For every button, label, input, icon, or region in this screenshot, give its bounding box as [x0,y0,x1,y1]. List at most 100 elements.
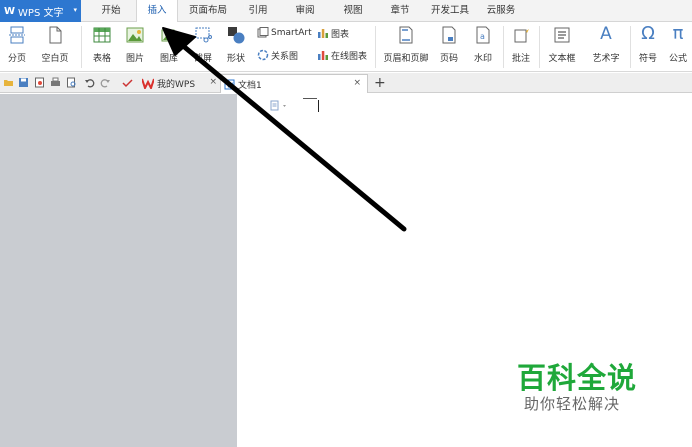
smartart-icon [257,27,269,38]
table-icon [93,27,111,43]
svg-text:a: a [480,32,485,41]
header-footer-label: 页眉和页脚 [383,54,429,64]
app-menu-button[interactable]: W WPS 文字 ▾ [0,0,81,22]
relation-chart-button[interactable]: 关系图 [257,48,298,62]
svg-text:W: W [227,81,234,89]
paste-options-icon[interactable] [270,100,290,112]
menu-bar: W WPS 文字 ▾ 开始 插入 页面布局 引用 审阅 视图 章节 开发工具 云… [0,0,692,23]
save-icon[interactable] [18,77,29,88]
online-chart-icon [318,51,328,60]
tab-cloud[interactable]: 云服务 [484,0,518,22]
comment-icon [514,27,529,43]
textbox-label: 文本框 [548,54,576,64]
online-chart-label: 在线图表 [331,51,368,62]
document-icon: W [224,79,235,89]
page-number-label: 页码 [439,54,458,64]
blank-page-label: 空白页 [41,54,69,64]
wordart-icon: A [600,24,612,44]
picture-icon [126,27,144,43]
symbol-label: 符号 [638,54,657,64]
blank-page-button[interactable]: 空白页 [35,22,75,72]
table-button[interactable]: 表格 [86,22,118,72]
undo-icon[interactable] [84,77,95,88]
shapes-button[interactable]: 形状 [220,22,252,72]
app-name: WPS 文字 [18,7,64,19]
export-icon[interactable] [34,77,45,88]
watermark-title: 百科全说 [517,361,638,395]
picture-label: 图片 [125,54,144,64]
page-break-button[interactable]: 分页 [2,22,32,72]
ribbon-separator [375,26,376,68]
online-chart-button[interactable]: 在线图表 [317,48,367,62]
formula-button[interactable]: π 公式 [664,22,692,72]
shapes-label: 形状 [226,54,245,64]
watermark-label: 水印 [473,54,492,64]
wordart-button[interactable]: A 艺术字 [585,22,627,72]
text-cursor [318,100,319,112]
page-number-icon [442,26,456,44]
smartart-label: SmartArt [271,28,312,38]
symbol-button[interactable]: Ω 符号 [632,22,664,72]
watermark-button[interactable]: a 水印 [467,22,499,72]
chart-icon [318,29,328,38]
header-footer-button[interactable]: 页眉和页脚 [381,22,431,72]
comment-button[interactable]: 批注 [507,22,535,72]
chart-label: 图表 [331,29,350,40]
comment-label: 批注 [511,54,530,64]
tab-insert[interactable]: 插入 [136,0,178,23]
tab-my-wps-label: 我的WPS [157,80,196,90]
tab-page-layout[interactable]: 页面布局 [186,0,230,22]
tab-view[interactable]: 视图 [340,0,366,22]
tab-home[interactable]: 开始 [96,0,126,22]
gallery-label: 图库 [159,54,178,64]
gallery-icon [161,29,175,42]
tab-developer[interactable]: 开发工具 [428,0,472,22]
textbox-button[interactable]: 文本框 [542,22,582,72]
textbox-icon [554,27,570,43]
header-footer-icon [399,26,413,44]
picture-button[interactable]: 图片 [119,22,151,72]
table-label: 表格 [92,54,111,64]
formula-label: 公式 [668,54,687,64]
ribbon-separator [539,26,540,68]
tab-my-wps[interactable]: 我的WPS × [139,74,219,93]
gallery-button[interactable]: 图库 [153,22,185,72]
print-preview-icon[interactable] [66,77,77,88]
page-number-button[interactable]: 页码 [433,22,465,72]
page-break-label: 分页 [7,54,26,64]
ribbon-separator [81,26,82,68]
shape-icon [228,27,245,44]
smartart-button[interactable]: SmartArt [257,26,312,40]
tab-references[interactable]: 引用 [245,0,271,22]
screenshot-button[interactable]: 截屏 [188,22,218,72]
ribbon-insert: 分页 空白页 表格 图片 图库 截屏 形状 SmartArt 关系图 图表 在线… [0,22,692,72]
tab-document-1-label: 文档1 [238,80,262,91]
customize-arrow-icon[interactable] [122,77,133,88]
wps-logo-icon: W [4,5,16,17]
screenshot-label: 截屏 [193,54,212,64]
tab-document-1[interactable]: W 文档1 × [220,74,368,93]
close-icon[interactable]: × [209,77,217,87]
watermark-subtitle: 助你轻松解决 [524,395,621,413]
close-icon[interactable]: × [353,78,361,88]
tab-section[interactable]: 章节 [387,0,413,22]
wordart-label: 艺术字 [592,54,620,64]
scissors-icon [195,27,212,43]
print-icon[interactable] [50,77,61,88]
chevron-down-icon: ▾ [73,6,77,14]
open-folder-icon[interactable] [3,77,14,88]
watermark-icon: a [476,26,490,44]
ribbon-separator [503,26,504,68]
ribbon-separator [630,26,631,68]
blank-page-icon [49,26,62,44]
omega-icon: Ω [641,23,655,44]
pi-icon: π [672,23,684,44]
redo-icon[interactable] [100,77,111,88]
tab-review[interactable]: 审阅 [292,0,318,22]
new-tab-button[interactable]: + [374,73,386,93]
page-margin-mark [303,98,317,99]
page-break-icon [9,26,25,44]
document-tab-bar: 我的WPS × W 文档1 × + [0,73,692,93]
chart-button[interactable]: 图表 [317,26,349,40]
relation-icon [257,49,269,61]
